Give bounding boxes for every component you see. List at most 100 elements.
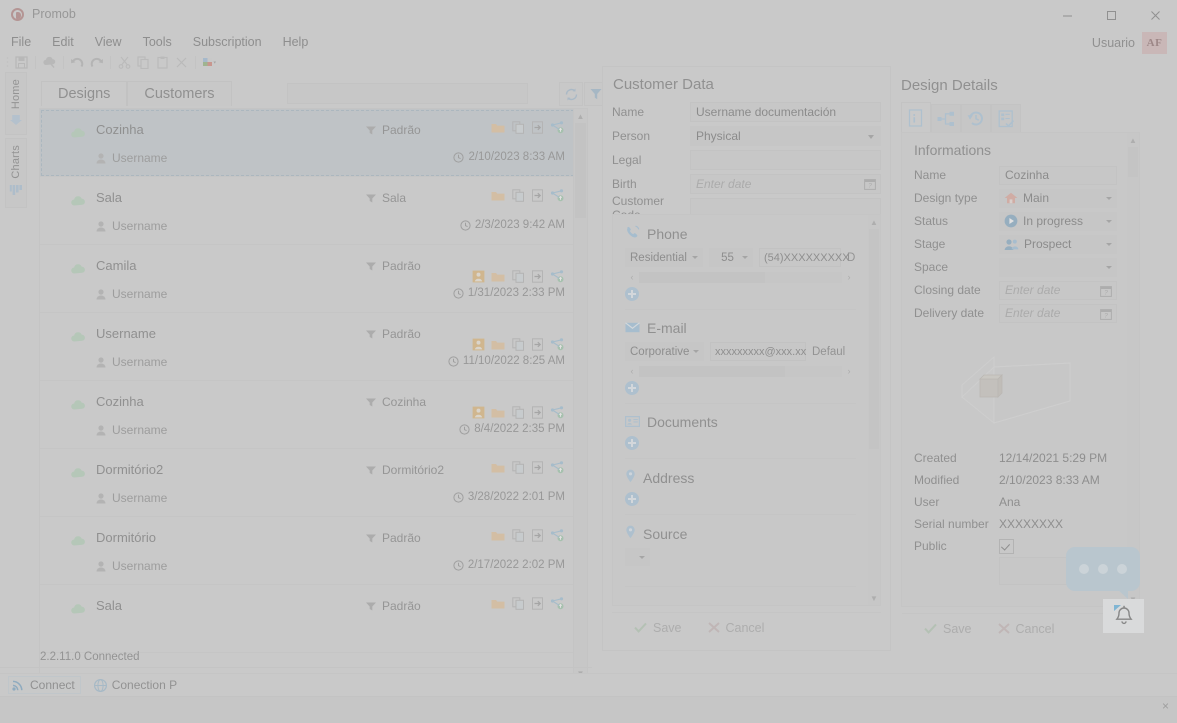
list-scrollbar[interactable]: ▲ ▼: [573, 109, 587, 704]
user-avatar[interactable]: AF: [1142, 32, 1167, 54]
tab-structure[interactable]: [931, 104, 961, 133]
scroll-thumb[interactable]: [869, 229, 879, 449]
customer-name-input[interactable]: Username documentación: [690, 101, 881, 122]
svg-text:?: ?: [1104, 312, 1108, 319]
delivery-date-input[interactable]: Enter date ?: [999, 303, 1117, 323]
sidebar-item-home[interactable]: Home: [5, 72, 27, 135]
tab-checklist[interactable]: [991, 104, 1021, 133]
share-upload-icon: [550, 338, 564, 351]
table-row[interactable]: Dormitório2 Dormitório2 Username 3/28/20…: [40, 449, 575, 517]
table-row[interactable]: Cozinha Cozinha Username 8/4/2022 2:35 P…: [40, 381, 575, 449]
undo-icon[interactable]: [68, 54, 87, 71]
delete-icon[interactable]: [172, 54, 191, 71]
add-address-button[interactable]: [625, 492, 639, 506]
menu-item-help[interactable]: Help: [283, 35, 309, 49]
scroll-left-icon[interactable]: ‹: [625, 272, 639, 282]
customer-cancel-button[interactable]: Cancel: [707, 621, 764, 635]
export-icon: [532, 338, 543, 351]
phone-hscrollbar[interactable]: ‹ ›: [625, 270, 856, 284]
refresh-button[interactable]: [559, 82, 583, 106]
scroll-right-icon[interactable]: ›: [842, 366, 856, 376]
copy-icon[interactable]: [134, 54, 153, 71]
save-icon[interactable]: [12, 54, 31, 71]
document-card-icon: [625, 414, 641, 430]
tab-informations[interactable]: [901, 102, 931, 133]
design-cancel-button[interactable]: Cancel: [997, 622, 1054, 636]
design-save-button[interactable]: Save: [924, 622, 972, 636]
scroll-down-icon[interactable]: ▼: [868, 591, 880, 605]
design-space-select[interactable]: [999, 257, 1117, 277]
svg-text:?: ?: [1104, 289, 1108, 296]
bottom-close-icon[interactable]: ×: [1162, 699, 1169, 713]
birth-date-input[interactable]: Enter date ?: [690, 173, 881, 194]
tab-designs[interactable]: Designs: [41, 81, 128, 106]
delivery-date-label: Delivery date: [914, 306, 985, 320]
table-row[interactable]: Cozinha Padrão Username 2/10/2023 8:33 A…: [40, 109, 575, 177]
phone-number-input[interactable]: (54)XXXXXXXXX: [759, 248, 850, 267]
chat-bubble-icon[interactable]: [1066, 547, 1140, 599]
design-body-scrollbar[interactable]: ▲ ▼: [1127, 133, 1139, 606]
person-type-select[interactable]: Physical: [690, 125, 881, 146]
scroll-right-icon[interactable]: ›: [842, 272, 856, 282]
designs-listbox[interactable]: Cozinha Padrão Username 2/10/2023 8:33 A…: [39, 108, 588, 705]
menu-item-file[interactable]: File: [11, 35, 31, 49]
phone-country-select[interactable]: 55: [709, 248, 753, 267]
menu-item-tools[interactable]: Tools: [143, 35, 172, 49]
design-name-input[interactable]: Cozinha: [999, 165, 1117, 185]
scroll-up-icon[interactable]: ▲: [574, 109, 587, 123]
add-phone-button[interactable]: [625, 287, 639, 301]
customer-subsection-scrollbar[interactable]: ▲ ▼: [868, 215, 880, 605]
email-kind-select[interactable]: Corporative: [625, 342, 704, 361]
calendar-icon[interactable]: ?: [1100, 285, 1112, 300]
user-area: Usuario AF: [1092, 32, 1167, 54]
connect-button[interactable]: Connect: [8, 676, 81, 694]
email-hscrollbar[interactable]: ‹ ›: [625, 364, 856, 378]
menu-item-subscription[interactable]: Subscription: [193, 35, 262, 49]
cloud-print-icon[interactable]: [40, 54, 59, 71]
table-row[interactable]: Camila Padrão Username 1/31/2023 2:33 PM: [40, 245, 575, 313]
add-email-button[interactable]: [625, 381, 639, 395]
tab-customers[interactable]: Customers: [127, 81, 232, 106]
copy-icon: [512, 529, 524, 542]
toolbar-grip[interactable]: [6, 55, 9, 69]
scroll-left-icon[interactable]: ‹: [625, 366, 639, 376]
scroll-thumb[interactable]: [1128, 147, 1138, 177]
color-palette-icon[interactable]: [200, 54, 219, 71]
search-input[interactable]: [287, 83, 528, 104]
design-stage-select[interactable]: Prospect: [999, 234, 1117, 254]
closing-date-input[interactable]: Enter date ?: [999, 280, 1117, 300]
menu-item-edit[interactable]: Edit: [52, 35, 74, 49]
calendar-icon[interactable]: ?: [864, 178, 876, 193]
cut-icon[interactable]: [115, 54, 134, 71]
redo-icon[interactable]: [87, 54, 106, 71]
tab-history[interactable]: [961, 104, 991, 133]
design-status-select[interactable]: In progress: [999, 211, 1117, 231]
maximize-button[interactable]: [1089, 0, 1133, 30]
paste-icon[interactable]: [153, 54, 172, 71]
sidebar-item-charts[interactable]: Charts: [5, 138, 27, 208]
legal-input[interactable]: [690, 149, 881, 170]
table-row[interactable]: Username Padrão Username 11/10/2022 8:25…: [40, 313, 575, 381]
source-select[interactable]: [625, 548, 650, 566]
phone-kind-select[interactable]: Residential: [625, 248, 703, 267]
calendar-icon[interactable]: ?: [1100, 308, 1112, 323]
customer-save-button[interactable]: Save: [634, 621, 682, 635]
design-type-select[interactable]: Main: [999, 188, 1117, 208]
add-document-button[interactable]: [625, 436, 639, 450]
notification-bell-icon[interactable]: [1103, 599, 1144, 633]
close-button[interactable]: [1133, 0, 1177, 30]
scroll-thumb[interactable]: [575, 123, 586, 218]
design-stage-label: Stage: [914, 237, 946, 251]
design-date: 2/10/2023 8:33 AM: [453, 151, 565, 163]
connection-profile-item[interactable]: Conection P: [93, 678, 177, 692]
menu-item-view[interactable]: View: [95, 35, 122, 49]
email-address-input[interactable]: xxxxxxxxx@xxx.xx: [710, 342, 806, 361]
public-checkbox[interactable]: [999, 538, 1014, 554]
minimize-button[interactable]: [1045, 0, 1089, 30]
scroll-up-icon[interactable]: ▲: [1127, 133, 1139, 147]
scroll-up-icon[interactable]: ▲: [868, 215, 880, 229]
table-row[interactable]: Sala Padrão: [40, 585, 575, 653]
table-row[interactable]: Sala Sala Username 2/3/2023 9:42 AM: [40, 177, 575, 245]
table-row[interactable]: Dormitório Padrão Username 2/17/2022 2:0…: [40, 517, 575, 585]
check-icon: [924, 623, 937, 634]
